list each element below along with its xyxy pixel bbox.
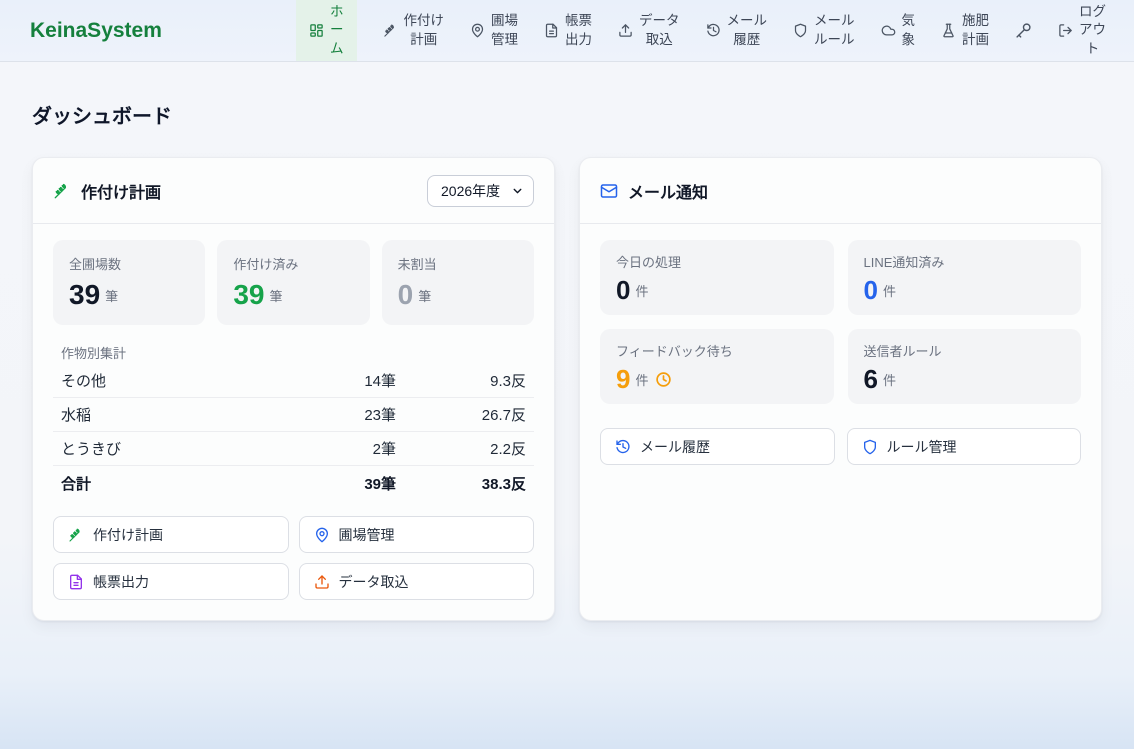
- mail-quick-links: メール履歴 ルール管理: [600, 428, 1081, 465]
- nav-item-mail-history[interactable]: メール 履歴: [706, 0, 768, 61]
- nav-item-fertilization-plan[interactable]: 施肥 計画: [941, 0, 989, 61]
- rule-management-button[interactable]: ルール管理: [847, 428, 1082, 465]
- crop-summary-table: その他 14筆 9.3反 水稲 23筆 26.7反 とうきび 2筆 2.2反: [53, 364, 534, 500]
- nav-item-mail-rules[interactable]: メール ルール: [793, 0, 855, 61]
- year-select-wrap: 2026年度: [427, 175, 534, 207]
- nav-item-field-management[interactable]: 圃場 管理: [470, 0, 518, 61]
- page-title: ダッシュボード: [32, 100, 1102, 129]
- shield-icon: [862, 439, 878, 455]
- top-navbar: KeinaSystem ホ ー ム 作付け 計画 圃場 管理 帳票 出力 データ…: [0, 0, 1134, 62]
- stat-sender-rules-value: 6: [864, 366, 878, 392]
- dashboard-icon: [309, 23, 324, 38]
- dashboard-cards: 作付け計画 2026年度 全圃場数 39 筆: [32, 157, 1102, 621]
- wheat-icon: [53, 182, 71, 200]
- stat-unassigned: 未割当 0 筆: [382, 240, 534, 325]
- data-import-button[interactable]: データ取込: [299, 563, 535, 600]
- crop-summary-label: 作物別集計: [61, 343, 526, 362]
- upload-icon: [618, 23, 633, 38]
- planting-card-body: 全圃場数 39 筆 作付け済み 39 筆 未割当: [33, 224, 554, 620]
- brand-logo[interactable]: KeinaSystem: [30, 19, 162, 43]
- planting-card-header: 作付け計画 2026年度: [33, 158, 554, 224]
- mail-history-button[interactable]: メール履歴: [600, 428, 835, 465]
- mail-icon: [600, 182, 618, 200]
- mail-card-header: メール通知: [580, 158, 1101, 224]
- file-text-icon: [68, 574, 84, 590]
- stat-sender-rules: 送信者ルール 6 件: [848, 329, 1082, 404]
- wheat-icon: [383, 23, 398, 38]
- stat-feedback-waiting: フィードバック待ち 9 件: [600, 329, 834, 404]
- file-text-icon: [544, 23, 559, 38]
- logout-icon: [1058, 23, 1073, 38]
- wheat-icon: [68, 527, 84, 543]
- stat-unassigned-value: 0: [398, 281, 414, 309]
- stat-line-notified-value: 0: [864, 277, 878, 303]
- nav-item-data-import[interactable]: データ 取込: [618, 0, 680, 61]
- mail-stats: 今日の処理 0 件 LINE通知済み 0 件 フ: [600, 240, 1081, 404]
- planting-card-title: 作付け計画: [81, 179, 161, 203]
- history-icon: [615, 439, 631, 455]
- year-select[interactable]: 2026年度: [427, 175, 534, 207]
- nav-item-planting-plan[interactable]: 作付け 計画: [383, 0, 445, 61]
- nav-item-api-key[interactable]: [1015, 0, 1032, 61]
- nav-item-weather[interactable]: 気 象: [881, 0, 916, 61]
- flask-icon: [941, 23, 956, 38]
- main-nav: ホ ー ム 作付け 計画 圃場 管理 帳票 出力 データ 取込 メール 履歴 メ…: [296, 0, 1134, 61]
- upload-icon: [314, 574, 330, 590]
- main-content: ダッシュボード 作付け計画 2026年度 全圃場数: [0, 62, 1134, 621]
- planting-stats: 全圃場数 39 筆 作付け済み 39 筆 未割当: [53, 240, 534, 325]
- nav-item-home[interactable]: ホ ー ム: [296, 0, 357, 61]
- planting-quick-links: 作付け計画 圃場管理 帳票出力 データ取込: [53, 516, 534, 600]
- planting-plan-card: 作付け計画 2026年度 全圃場数 39 筆: [32, 157, 555, 621]
- mail-card-title: メール通知: [628, 179, 708, 203]
- mail-notification-card: メール通知 今日の処理 0 件 LINE通知済み 0: [579, 157, 1102, 621]
- key-icon: [1015, 22, 1032, 39]
- table-row-total: 合計 39筆 38.3反: [53, 466, 534, 500]
- stat-line-notified: LINE通知済み 0 件: [848, 240, 1082, 315]
- table-row: とうきび 2筆 2.2反: [53, 432, 534, 466]
- stat-today-processed: 今日の処理 0 件: [600, 240, 834, 315]
- nav-item-report-output[interactable]: 帳票 出力: [544, 0, 592, 61]
- field-management-button[interactable]: 圃場管理: [299, 516, 535, 553]
- stat-feedback-waiting-value: 9: [616, 366, 630, 392]
- planting-plan-button[interactable]: 作付け計画: [53, 516, 289, 553]
- map-pin-icon: [314, 527, 330, 543]
- nav-item-logout[interactable]: ログ アウ ト: [1058, 0, 1106, 61]
- shield-icon: [793, 23, 808, 38]
- stat-total-fields: 全圃場数 39 筆: [53, 240, 205, 325]
- stat-today-processed-value: 0: [616, 277, 630, 303]
- stat-planted: 作付け済み 39 筆: [217, 240, 369, 325]
- stat-total-fields-value: 39: [69, 281, 100, 309]
- cloud-icon: [881, 23, 896, 38]
- table-row: その他 14筆 9.3反: [53, 364, 534, 398]
- clock-icon: [655, 371, 672, 388]
- stat-planted-value: 39: [233, 281, 264, 309]
- table-row: 水稲 23筆 26.7反: [53, 398, 534, 432]
- mail-card-body: 今日の処理 0 件 LINE通知済み 0 件 フ: [580, 224, 1101, 620]
- map-pin-icon: [470, 23, 485, 38]
- history-icon: [706, 23, 721, 38]
- report-output-button[interactable]: 帳票出力: [53, 563, 289, 600]
